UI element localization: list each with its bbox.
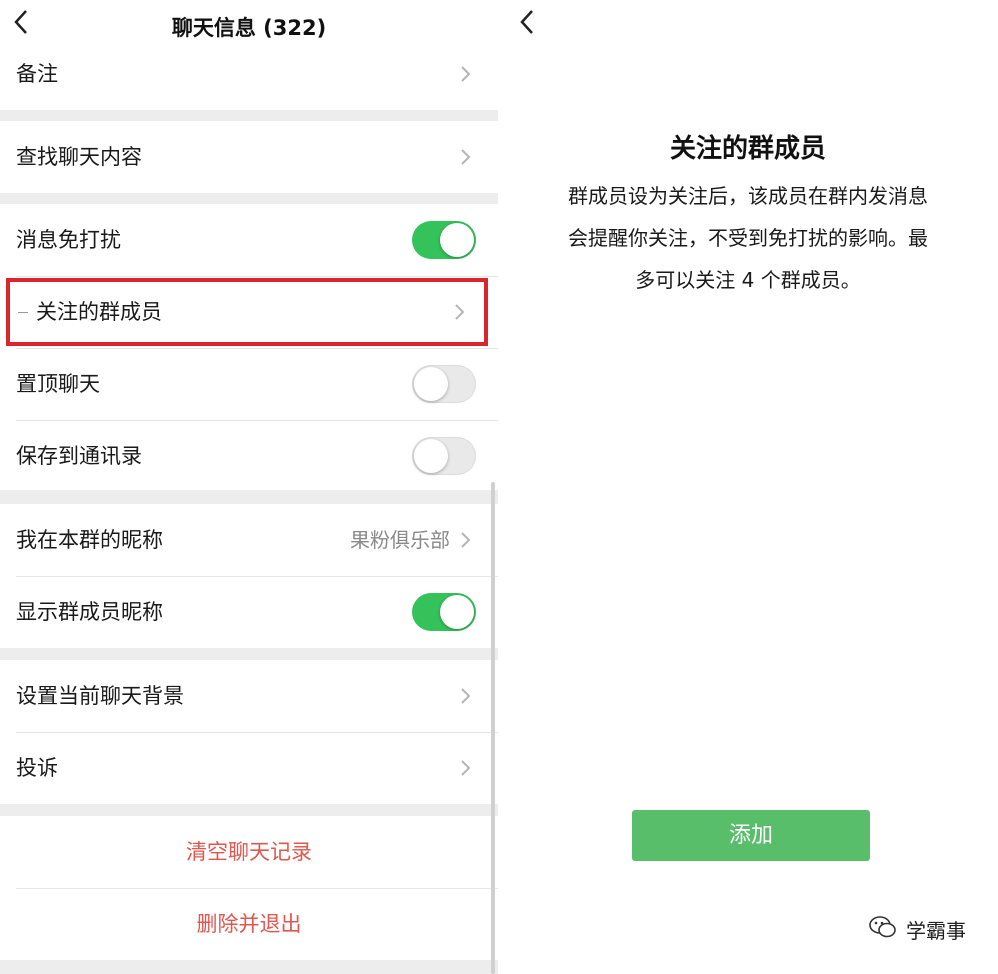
delete-exit-label: 删除并退出	[196, 912, 302, 936]
search-chat-label: 查找聊天内容	[16, 145, 142, 169]
chevron-right-icon	[448, 300, 470, 324]
show-names-row: 显示群成员昵称	[0, 576, 498, 648]
followed-members-row[interactable]: 关注的群成员	[6, 278, 488, 346]
nickname-group: 我在本群的昵称 果粉俱乐部 显示群成员昵称	[0, 504, 498, 648]
settings-group: 消息免打扰 置顶聊天 保存到通讯录	[0, 204, 498, 490]
followed-members-panel: 关注的群成员 群成员设为关注后，该成员在群内发消息 会提醒你关注，不受到免打扰的…	[498, 0, 998, 974]
search-chat-row[interactable]: 查找聊天内容	[0, 121, 498, 193]
description-line: 会提醒你关注，不受到免打扰的影响。最	[568, 226, 928, 250]
description-line: 多可以关注 4 个群成员。	[635, 268, 861, 292]
wechat-logo-icon	[868, 914, 898, 945]
chevron-right-icon	[454, 684, 476, 708]
complaint-label: 投诉	[16, 756, 58, 780]
complaint-row[interactable]: 投诉	[0, 732, 498, 804]
show-names-label: 显示群成员昵称	[16, 600, 163, 624]
toggle-knob	[440, 223, 474, 257]
danger-group: 清空聊天记录 删除并退出	[0, 816, 498, 960]
back-chevron-icon[interactable]	[512, 8, 542, 44]
chevron-right-icon	[454, 145, 476, 169]
save-contacts-row: 保存到通讯录	[0, 420, 498, 492]
add-button[interactable]: 添加	[632, 810, 870, 861]
watermark-text: 学霸事	[906, 919, 966, 943]
chevron-right-icon	[454, 62, 476, 86]
followed-description: 群成员设为关注后，该成员在群内发消息 会提醒你关注，不受到免打扰的影响。最 多可…	[542, 175, 954, 301]
remark-group: 备注	[0, 38, 498, 110]
pin-toggle[interactable]	[412, 365, 476, 403]
mute-label: 消息免打扰	[16, 228, 121, 252]
scrollbar[interactable]	[491, 482, 495, 974]
pin-label: 置顶聊天	[16, 372, 100, 396]
chevron-right-icon	[454, 756, 476, 780]
clear-history-label: 清空聊天记录	[186, 840, 312, 864]
toggle-knob	[414, 439, 448, 473]
pin-row: 置顶聊天	[0, 348, 498, 420]
nickname-row[interactable]: 我在本群的昵称 果粉俱乐部	[0, 504, 498, 576]
followed-title: 关注的群成员	[669, 134, 826, 164]
followed-members-label: 关注的群成员	[36, 300, 162, 324]
nickname-label: 我在本群的昵称	[16, 528, 163, 552]
remark-row[interactable]: 备注	[0, 38, 498, 110]
chevron-right-icon	[454, 528, 476, 552]
save-contacts-label: 保存到通讯录	[16, 444, 142, 468]
show-names-toggle[interactable]	[412, 593, 476, 631]
indent-dash	[18, 312, 28, 313]
chat-background-row[interactable]: 设置当前聊天背景	[0, 660, 498, 732]
save-contacts-toggle[interactable]	[412, 437, 476, 475]
remark-label: 备注	[16, 62, 58, 86]
nickname-value: 果粉俱乐部	[350, 528, 450, 552]
mute-row: 消息免打扰	[0, 204, 498, 276]
mute-toggle[interactable]	[412, 221, 476, 259]
toggle-knob	[440, 595, 474, 629]
description-line: 群成员设为关注后，该成员在群内发消息	[568, 184, 928, 208]
search-group: 查找聊天内容	[0, 121, 498, 193]
toggle-knob	[414, 367, 448, 401]
chat-info-panel: 聊天信息 (322) 备注 查找聊天内容 消息免打扰 置顶聊天 保存到通讯录 关…	[0, 0, 498, 974]
clear-history-button[interactable]: 清空聊天记录	[0, 816, 498, 888]
delete-exit-button[interactable]: 删除并退出	[0, 888, 498, 960]
watermark: 学霸事	[868, 914, 966, 945]
misc-group: 设置当前聊天背景 投诉	[0, 660, 498, 804]
chat-background-label: 设置当前聊天背景	[16, 684, 184, 708]
